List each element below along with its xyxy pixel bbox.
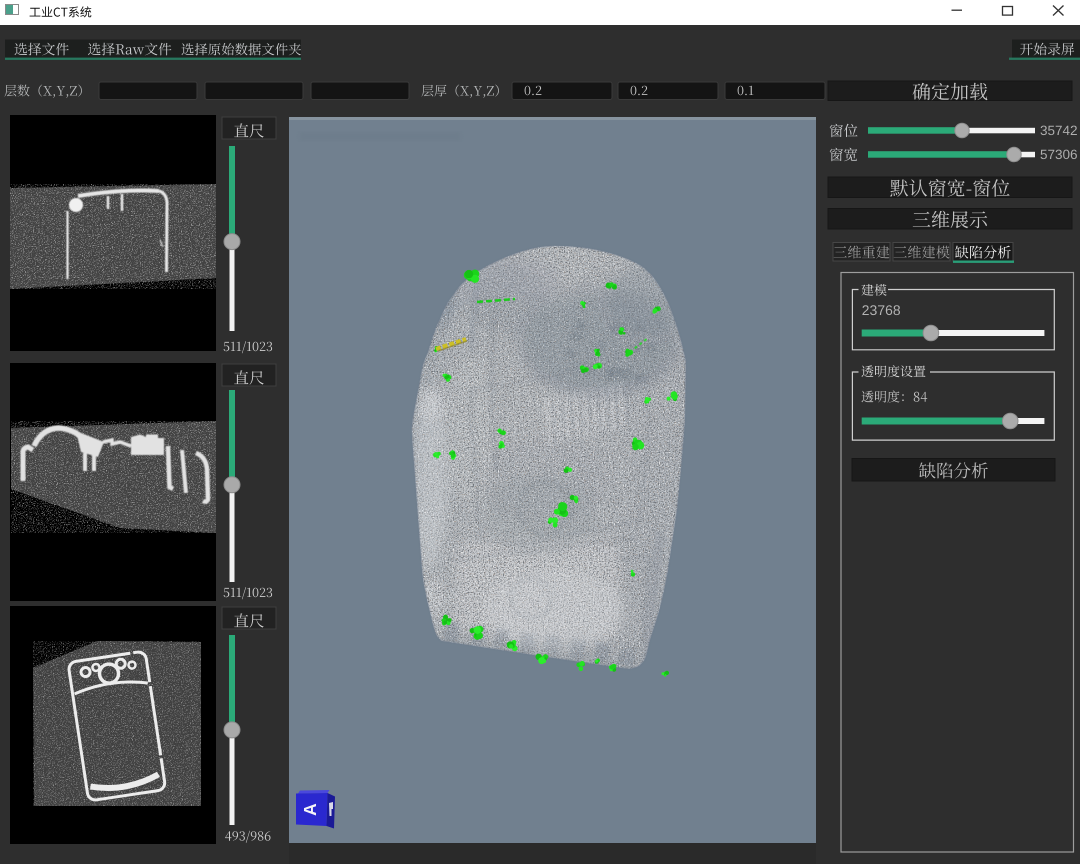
svg-text:A: A — [300, 803, 320, 816]
